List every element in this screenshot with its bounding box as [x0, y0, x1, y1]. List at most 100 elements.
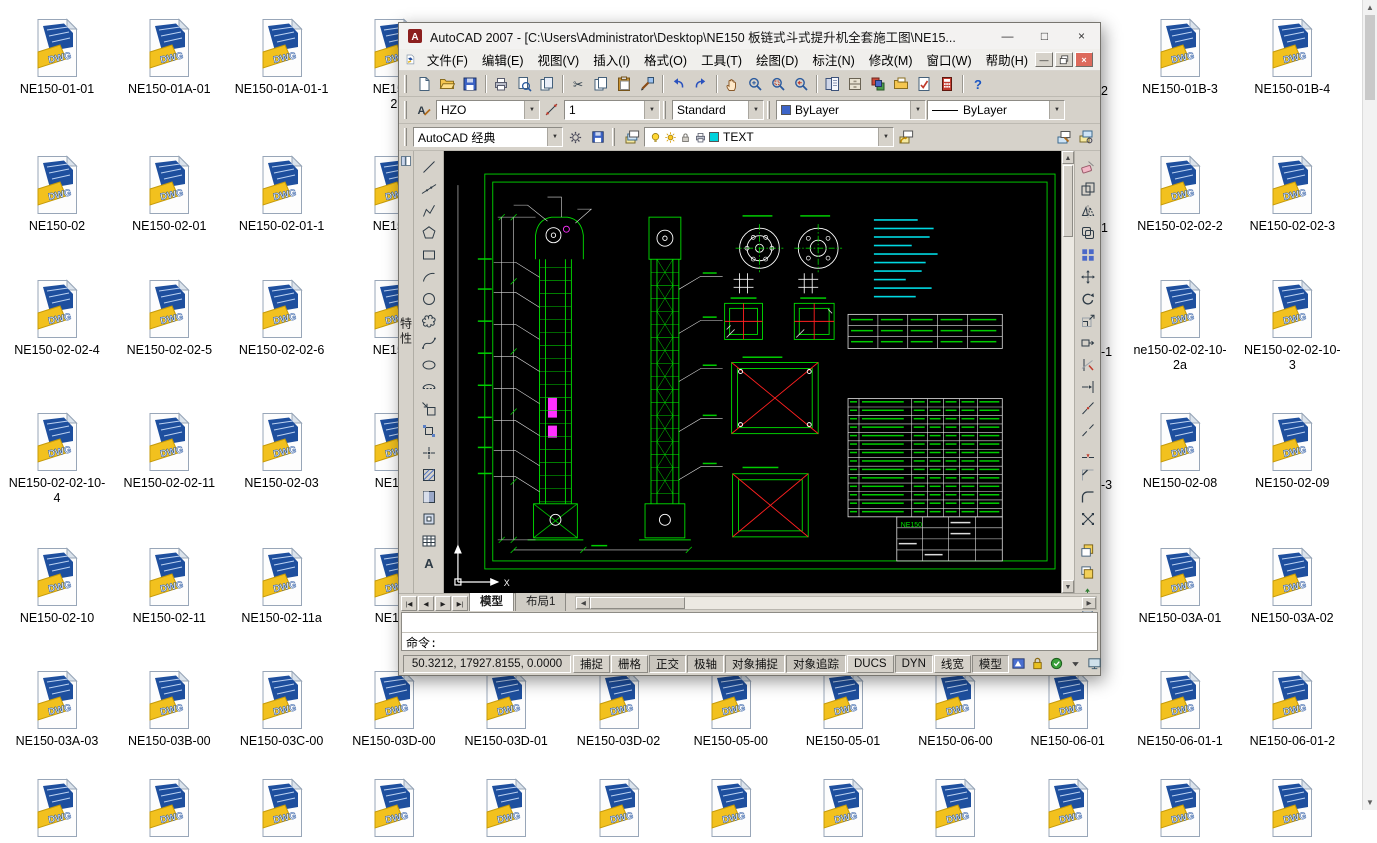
dwg-file-icon[interactable]: DWGNE150-06-01-2	[1240, 670, 1344, 749]
maximize-button[interactable]: □	[1026, 23, 1063, 49]
dwg-file-icon[interactable]: DWGNE150-01A-01-1	[230, 18, 334, 97]
point-button[interactable]	[417, 442, 441, 464]
color-combo[interactable]: ByLayer ▼	[776, 100, 926, 120]
menu-tools[interactable]: 工具(T)	[694, 48, 749, 71]
scale-button[interactable]	[1076, 310, 1100, 332]
dwg-file-icon[interactable]: DWGne150-02-02-10-2a	[1128, 279, 1232, 373]
toolbar-lock-icon[interactable]	[1030, 656, 1046, 672]
scroll-up-icon[interactable]: ▲	[1062, 151, 1074, 164]
menu-view[interactable]: 视图(V)	[531, 48, 587, 71]
tool-palettes-button[interactable]	[867, 73, 889, 95]
status-dyn-button[interactable]: DYN	[895, 655, 933, 673]
status-ortho-button[interactable]: 正交	[649, 655, 686, 673]
chevron-down-icon[interactable]: ▼	[878, 128, 893, 146]
designcenter-button[interactable]	[844, 73, 866, 95]
copy-object-button[interactable]	[1076, 178, 1100, 200]
command-history[interactable]	[402, 613, 1097, 633]
dwg-file-icon[interactable]: DWG	[903, 778, 1007, 842]
tab-next-button[interactable]: ▶	[435, 596, 451, 611]
toolbar-grip[interactable]	[767, 101, 770, 119]
draw-order-send-back-button[interactable]	[1076, 561, 1100, 583]
chevron-down-icon[interactable]: ▼	[547, 128, 562, 146]
menu-modify[interactable]: 修改(M)	[862, 48, 920, 71]
menu-edit[interactable]: 编辑(E)	[475, 48, 531, 71]
explode-button[interactable]	[1076, 508, 1100, 530]
circle-button[interactable]	[417, 288, 441, 310]
scroll-left-icon[interactable]: ◀	[576, 597, 590, 609]
dwg-file-icon[interactable]: DWGNE150-02-11	[117, 547, 221, 626]
pan-button[interactable]	[721, 73, 743, 95]
window-titlebar[interactable]: A AutoCAD 2007 - [C:\Users\Administrator…	[399, 23, 1100, 49]
break-button[interactable]	[1076, 420, 1100, 442]
dwg-file-icon[interactable]: DWG	[567, 778, 671, 842]
mdi-restore-button[interactable]	[1055, 52, 1073, 67]
dwg-file-icon[interactable]: DWGNE150-02-02-3	[1240, 155, 1344, 234]
dwg-file-icon[interactable]: DWG	[791, 778, 895, 842]
plot-button[interactable]	[490, 73, 512, 95]
rectangle-button[interactable]	[417, 244, 441, 266]
status-lineweight-button[interactable]: 线宽	[934, 655, 971, 673]
offset-button[interactable]	[1076, 222, 1100, 244]
chevron-down-icon[interactable]: ▼	[524, 101, 539, 119]
status-snap-button[interactable]: 捕捉	[573, 655, 610, 673]
gradient-button[interactable]	[417, 486, 441, 508]
help-button[interactable]: ?	[967, 73, 989, 95]
dwg-file-icon[interactable]: DWGNE150-01B-4	[1240, 18, 1344, 97]
qnew-button[interactable]	[413, 73, 435, 95]
dwg-file-icon[interactable]: DWGNE150-01B-3	[1128, 18, 1232, 97]
dwg-file-icon[interactable]: DWGNE150-03A-02	[1240, 547, 1344, 626]
save-workspace-button[interactable]	[587, 126, 609, 148]
construction-line-button[interactable]	[417, 178, 441, 200]
properties-palette-tab[interactable]: 特性	[399, 151, 414, 593]
erase-button[interactable]	[1076, 156, 1100, 178]
dwg-file-icon[interactable]: DWGNE150-02-10	[5, 547, 109, 626]
dwg-file-icon[interactable]: DWGNE150-02-02-2	[1128, 155, 1232, 234]
minimize-button[interactable]: —	[989, 23, 1026, 49]
clean-screen-icon[interactable]	[1087, 656, 1103, 672]
menu-insert[interactable]: 插入(I)	[586, 48, 637, 71]
text-style-button[interactable]: A	[413, 99, 435, 121]
status-otrack-button[interactable]: 对象追踪	[786, 655, 846, 673]
toolbar-grip[interactable]	[404, 101, 407, 119]
workspace-settings-button[interactable]	[564, 126, 586, 148]
status-ducs-button[interactable]: DUCS	[847, 655, 894, 673]
close-button[interactable]: ×	[1063, 23, 1100, 49]
status-osnap-button[interactable]: 对象捕捉	[725, 655, 785, 673]
quickcalc-button[interactable]	[936, 73, 958, 95]
dwg-file-icon[interactable]: DWGNE150-02	[5, 155, 109, 234]
chamfer-button[interactable]	[1076, 464, 1100, 486]
linetype-combo[interactable]: ByLayer ▼	[927, 100, 1065, 120]
paste-button[interactable]	[613, 73, 635, 95]
dwg-file-icon[interactable]: DWGNE150-02-03	[230, 412, 334, 491]
insert-block-button[interactable]	[417, 398, 441, 420]
open-button[interactable]	[436, 73, 458, 95]
zoom-window-button[interactable]	[767, 73, 789, 95]
tab-prev-button[interactable]: ◀	[418, 596, 434, 611]
dwg-file-icon[interactable]: DWG	[1240, 778, 1344, 842]
array-button[interactable]	[1076, 244, 1100, 266]
dwg-file-icon[interactable]: DWGNE150-02-09	[1240, 412, 1344, 491]
extend-button[interactable]	[1076, 376, 1100, 398]
dwg-file-icon[interactable]: DWGNE150-02-02-4	[5, 279, 109, 358]
dwg-file-icon[interactable]: DWG	[5, 778, 109, 842]
layer-properties-button[interactable]	[621, 126, 643, 148]
spline-button[interactable]	[417, 332, 441, 354]
vertical-scroll-thumb[interactable]	[1063, 165, 1073, 237]
move-button[interactable]	[1076, 266, 1100, 288]
publish-button[interactable]	[536, 73, 558, 95]
markup-manager-button[interactable]	[913, 73, 935, 95]
menu-draw[interactable]: 绘图(D)	[749, 48, 805, 71]
save-button[interactable]	[459, 73, 481, 95]
make-object-layer-current-button[interactable]	[1053, 126, 1075, 148]
dwg-file-icon[interactable]: DWGNE150-06-00	[903, 670, 1007, 749]
mdi-minimize-button[interactable]: —	[1035, 52, 1053, 67]
dwg-file-icon[interactable]: DWGNE150-05-00	[679, 670, 783, 749]
dwg-file-icon[interactable]: DWGNE150-03D-02	[567, 670, 671, 749]
workspace-combo[interactable]: AutoCAD 经典 ▼	[413, 127, 563, 147]
fillet-button[interactable]	[1076, 486, 1100, 508]
join-button[interactable]	[1076, 442, 1100, 464]
desktop-scroll-thumb[interactable]	[1365, 15, 1375, 100]
menu-format[interactable]: 格式(O)	[637, 48, 694, 71]
dwg-file-icon[interactable]: DWGNE150-05-01	[791, 670, 895, 749]
drawing-canvas[interactable]: X NE150	[444, 151, 1061, 593]
